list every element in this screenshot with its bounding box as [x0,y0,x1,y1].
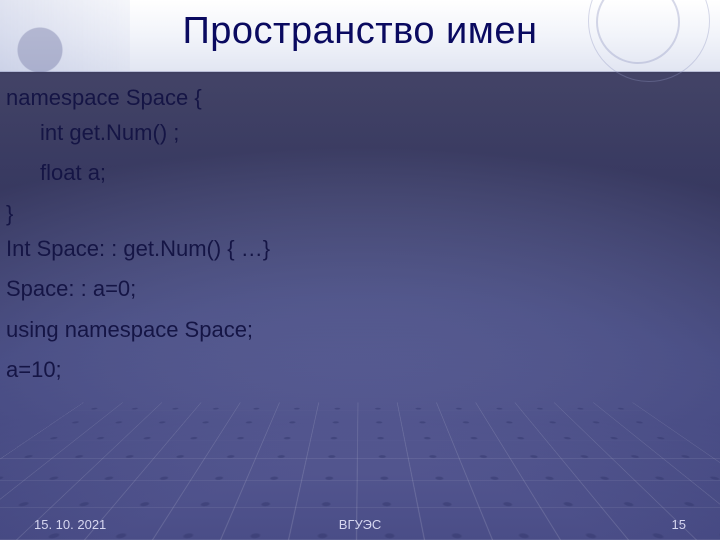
title-banner: Пространство имен [0,0,720,72]
slide: Пространство имен namespace Space { int … [0,0,720,540]
code-line: int get.Num() ; [6,121,710,146]
code-line: namespace Space { [6,86,710,111]
code-line: Space: : a=0; [6,277,710,302]
code-line: using namespace Space; [6,318,710,343]
code-line: float a; [6,161,710,186]
footer-page-number: 15 [672,517,686,532]
code-body: namespace Space { int get.Num() ; float … [6,86,710,500]
footer-org: ВГУЭС [339,517,381,532]
code-line: a=10; [6,358,710,383]
slide-title: Пространство имен [0,10,720,53]
code-line: } [6,202,710,227]
footer-date: 15. 10. 2021 [34,517,106,532]
footer: 15. 10. 2021 ВГУЭС 15 [0,517,720,532]
code-line: Int Space: : get.Num() { …} [6,237,710,262]
